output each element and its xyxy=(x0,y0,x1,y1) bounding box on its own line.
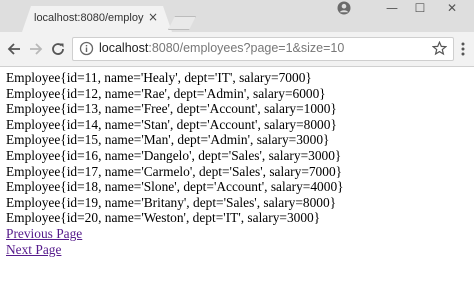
employee-line: Employee{id=17, name='Carmelo', dept='Sa… xyxy=(6,163,343,179)
employee-line: Employee{id=12, name='Rae', dept='Admin'… xyxy=(6,85,326,101)
tab-close-icon[interactable]: × xyxy=(148,10,158,24)
url-path: :8080/employees?page=1&size=10 xyxy=(148,41,345,55)
employee-line: Employee{id=13, name='Free', dept='Accou… xyxy=(6,101,337,117)
employee-line: Employee{id=14, name='Stan', dept='Accou… xyxy=(6,116,337,132)
forward-arrow-icon[interactable] xyxy=(28,41,44,57)
maximize-button[interactable]: ☐ xyxy=(404,0,436,16)
menu-icon[interactable] xyxy=(460,41,466,57)
browser-tab[interactable]: localhost:8080/employee × xyxy=(22,6,172,32)
info-icon[interactable] xyxy=(79,41,94,56)
next-page-link[interactable]: Next Page xyxy=(6,242,344,258)
reload-icon[interactable] xyxy=(50,41,66,57)
star-icon[interactable] xyxy=(432,41,447,56)
employee-line: Employee{id=15, name='Man', dept='Admin'… xyxy=(6,132,330,148)
url-host: localhost xyxy=(99,41,149,55)
previous-page-link[interactable]: Previous Page xyxy=(6,226,344,242)
new-tab-button[interactable] xyxy=(168,16,196,30)
employee-line: Employee{id=18, name='Slone', dept='Acco… xyxy=(6,179,344,195)
page-content: Employee{id=11, name='Healy', dept='IT',… xyxy=(6,70,344,257)
url-text[interactable]: localhost:8080/employees?page=1&size=10 xyxy=(99,41,344,55)
tab-title: localhost:8080/employee xyxy=(34,12,144,24)
tab-strip: localhost:8080/employee × — ☐ ✕ xyxy=(0,0,474,32)
back-arrow-icon[interactable] xyxy=(6,41,22,57)
address-bar[interactable]: localhost:8080/employees?page=1&size=10 xyxy=(72,37,454,61)
employee-line: Employee{id=16, name='Dangelo', dept='Sa… xyxy=(6,147,342,163)
employee-line: Employee{id=20, name='Weston', dept='IT'… xyxy=(6,210,321,226)
employee-line: Employee{id=19, name='Britany', dept='Sa… xyxy=(6,194,337,210)
close-window-button[interactable]: ✕ xyxy=(436,0,468,16)
profile-icon[interactable] xyxy=(337,1,351,15)
employee-line: Employee{id=11, name='Healy', dept='IT',… xyxy=(6,70,312,85)
browser-toolbar: localhost:8080/employees?page=1&size=10 xyxy=(0,32,474,67)
